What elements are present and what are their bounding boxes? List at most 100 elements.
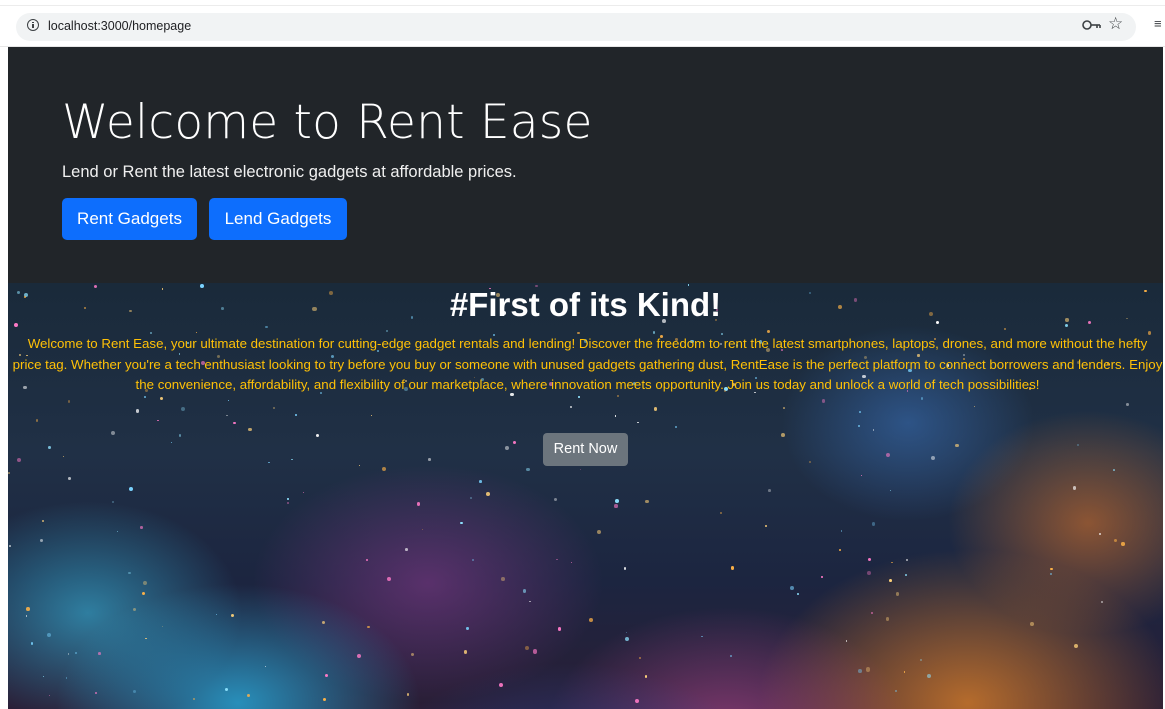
tab-strip	[0, 0, 1165, 6]
sparkle-decoration	[623, 567, 627, 570]
sparkle-decoration	[98, 652, 101, 655]
sparkle-decoration	[578, 396, 580, 398]
sparkle-decoration	[720, 511, 723, 514]
sparkle-decoration	[653, 407, 658, 411]
sparkle-decoration	[410, 652, 414, 656]
sparkle-decoration	[460, 522, 463, 525]
sparkle-decoration	[67, 652, 70, 655]
sparkle-decoration	[144, 396, 147, 398]
sparkle-decoration	[479, 480, 483, 483]
sparkle-decoration	[16, 458, 21, 463]
key-icon[interactable]	[1081, 16, 1103, 34]
rent-now-button[interactable]: Rent Now	[543, 433, 628, 466]
sparkle-decoration	[501, 577, 505, 581]
sparkle-decoration	[216, 613, 218, 616]
sparkle-decoration	[67, 400, 71, 403]
sparkle-decoration	[505, 446, 510, 450]
hero-title: Welcome to Rent Ease	[62, 95, 593, 150]
sparkle-decoration	[1072, 486, 1077, 490]
sparkle-decoration	[25, 615, 27, 617]
sparkle-decoration	[858, 411, 861, 413]
sparkle-decoration	[532, 649, 537, 654]
sparkle-decoration	[1049, 573, 1053, 576]
banner-title: #First of its Kind!	[449, 286, 722, 323]
sparkle-decoration	[973, 405, 976, 408]
sparkle-decoration	[1073, 644, 1078, 649]
sparkle-decoration	[157, 419, 159, 421]
sparkle-decoration	[26, 607, 30, 611]
sparkle-decoration	[860, 474, 862, 476]
menu-icon[interactable]: ≡	[1154, 15, 1162, 33]
sparkle-decoration	[40, 538, 43, 542]
sparkle-decoration	[529, 600, 531, 603]
sparkle-decoration	[872, 429, 874, 431]
sparkle-decoration	[248, 428, 252, 432]
sparkle-decoration	[1003, 327, 1007, 331]
sparkle-decoration	[357, 653, 362, 658]
sparkle-decoration	[35, 418, 39, 422]
banner-description: Welcome to Rent Ease, your ultimate dest…	[12, 336, 1163, 392]
sparkle-decoration	[466, 627, 469, 630]
sparkle-decoration	[233, 422, 236, 425]
sparkle-decoration	[272, 407, 275, 410]
sparkle-decoration	[920, 659, 922, 661]
sparkle-decoration	[386, 330, 388, 332]
sparkle-decoration	[110, 431, 115, 436]
lend-gadgets-button[interactable]: Lend Gadgets	[209, 198, 347, 240]
sparkle-decoration	[227, 399, 230, 402]
sparkle-decoration	[267, 461, 270, 464]
sparkle-decoration	[871, 522, 876, 527]
sparkle-decoration	[416, 502, 420, 506]
sparkle-decoration	[145, 637, 147, 640]
sparkle-decoration	[472, 559, 475, 562]
sparkle-decoration	[1076, 444, 1079, 447]
sparkle-decoration	[926, 673, 931, 678]
sparkle-decoration	[525, 645, 530, 650]
sparkle-decoration	[226, 414, 228, 417]
sparkle-decoration	[246, 694, 250, 698]
sparkle-decoration	[890, 561, 893, 564]
sparkle-decoration	[287, 502, 290, 505]
sparkle-decoration	[644, 675, 648, 678]
url-text[interactable]: localhost:3000/homepage	[48, 19, 191, 33]
sparkle-decoration	[42, 676, 44, 678]
sparkle-decoration	[783, 407, 785, 409]
sparkle-decoration	[674, 425, 677, 428]
sparkle-decoration	[903, 671, 906, 673]
sparkle-decoration	[316, 433, 320, 437]
sparkle-decoration	[9, 545, 11, 547]
sparkle-decoration	[1050, 567, 1053, 571]
sparkle-decoration	[905, 574, 907, 576]
sparkle-decoration	[867, 571, 871, 576]
sparkle-decoration	[614, 504, 618, 508]
star-icon[interactable]: ☆	[1108, 15, 1123, 33]
sparkle-decoration	[701, 635, 703, 638]
sparkle-decoration	[231, 614, 235, 618]
sparkle-decoration	[30, 642, 34, 645]
rent-gadgets-button[interactable]: Rent Gadgets	[62, 198, 197, 240]
sparkle-decoration	[116, 530, 119, 533]
sparkle-decoration	[645, 499, 650, 504]
sparkle-decoration	[132, 607, 137, 612]
sparkle-decoration	[557, 627, 562, 632]
sparkle-decoration	[406, 693, 409, 696]
sparkle-decoration	[767, 330, 771, 333]
browser-toolbar: localhost:3000/homepage ☆ ≡	[0, 0, 1165, 47]
sparkle-decoration	[625, 637, 630, 642]
sparkle-decoration	[730, 655, 732, 658]
sparkle-decoration	[889, 579, 893, 583]
sparkle-decoration	[381, 467, 386, 472]
sparkle-decoration	[637, 421, 639, 424]
sparkle-decoration	[554, 497, 558, 502]
sparkle-decoration	[1113, 538, 1118, 543]
sparkle-decoration	[359, 464, 361, 466]
sparkle-decoration	[470, 497, 473, 499]
sparkle-decoration	[596, 529, 601, 534]
info-icon[interactable]	[27, 19, 39, 31]
sparkle-decoration	[112, 501, 115, 504]
sparkle-decoration	[1099, 533, 1102, 536]
sparkle-decoration	[1121, 542, 1125, 546]
sparkle-decoration	[303, 491, 305, 493]
sparkle-decoration	[421, 529, 423, 531]
sparkle-decoration	[94, 691, 98, 694]
